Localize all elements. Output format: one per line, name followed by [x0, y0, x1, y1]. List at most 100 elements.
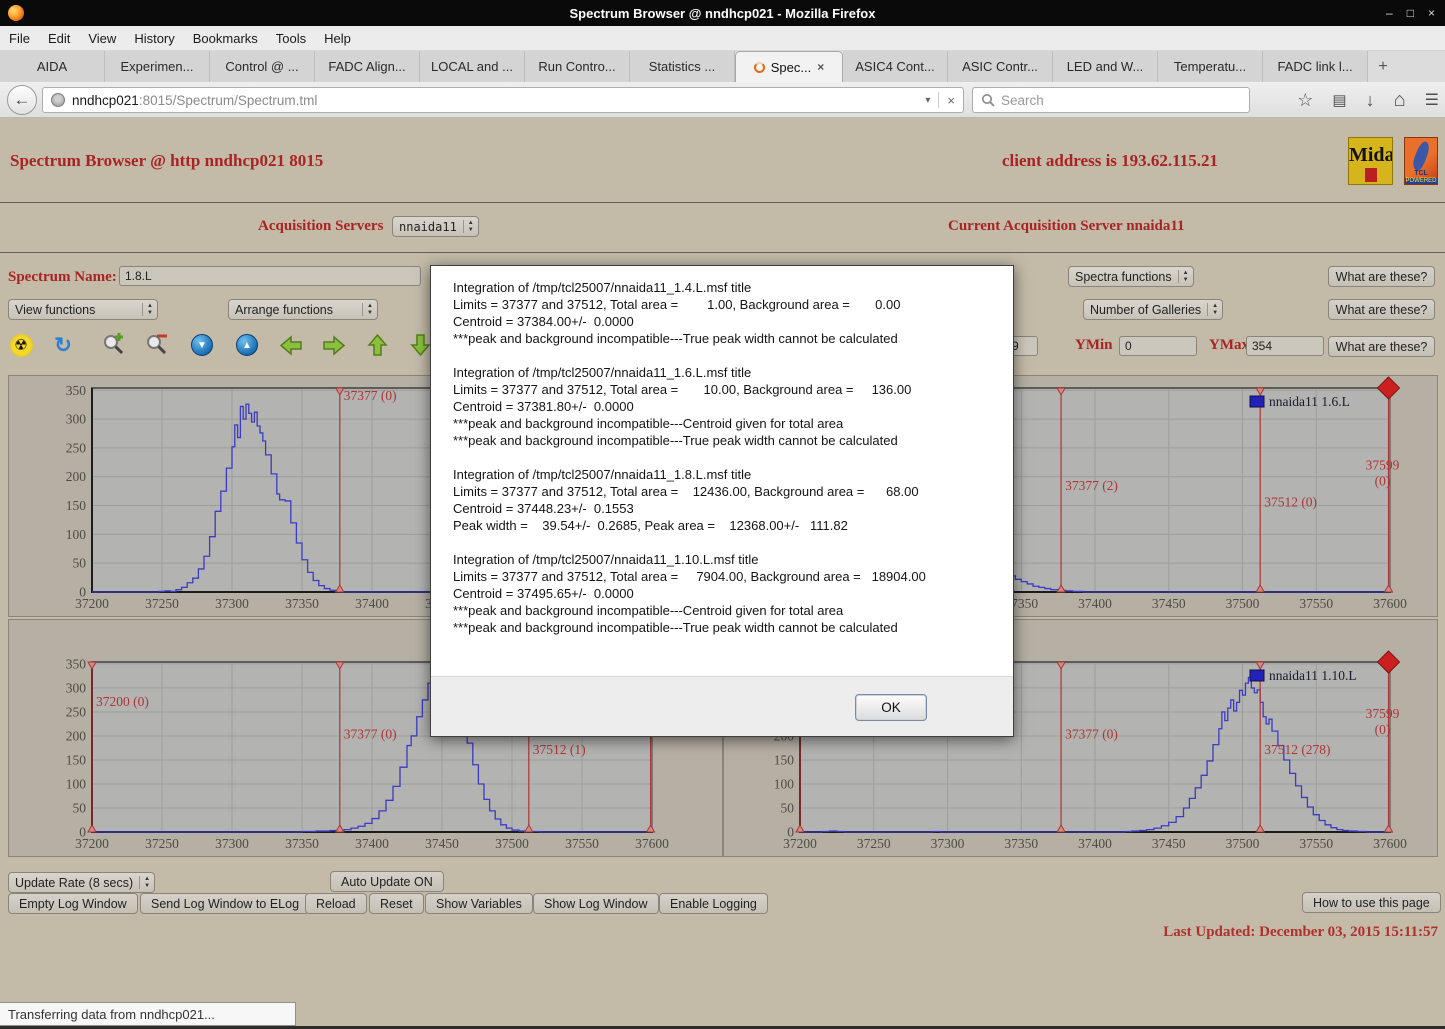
pan-left-icon[interactable] [278, 332, 304, 358]
zoom-out-icon[interactable] [144, 332, 170, 358]
svg-text:37500: 37500 [1226, 836, 1260, 851]
pan-up-icon[interactable] [364, 332, 390, 358]
menu-tools[interactable]: Tools [267, 26, 315, 50]
tab-control[interactable]: Control @ ... [210, 51, 315, 82]
home-icon[interactable]: ⌂ [1394, 89, 1406, 112]
select-spinner-icon: ▲ ▼ [462, 220, 478, 233]
arrange-functions-select[interactable]: Arrange functions ▲ ▼ [228, 299, 378, 320]
reset-button[interactable]: Reset [369, 893, 424, 914]
what-are-these-button-2[interactable]: What are these? [1328, 299, 1435, 320]
hamburger-menu-icon[interactable]: ☰ [1425, 90, 1439, 110]
dialog-line: Limits = 37377 and 37512, Total area = 1… [453, 297, 901, 312]
bookmarks-list-icon[interactable]: ▤ [1332, 91, 1346, 109]
tab-close-icon[interactable]: × [817, 60, 824, 74]
tab-led[interactable]: LED and W... [1053, 51, 1158, 82]
dialog-line: Integration of /tmp/tcl25007/nnaida11_1.… [453, 280, 752, 295]
stop-load-icon[interactable]: × [947, 93, 955, 108]
menu-bookmarks[interactable]: Bookmarks [184, 26, 267, 50]
tab-local[interactable]: LOCAL and ... [420, 51, 525, 82]
dialog-line: Centroid = 37381.80+/- 0.0000 [453, 399, 634, 414]
set-maximum-icon[interactable]: ▲ [234, 332, 260, 358]
svg-text:37300: 37300 [931, 836, 965, 851]
ok-button[interactable]: OK [855, 694, 927, 721]
svg-text:37400: 37400 [1078, 596, 1112, 611]
urlbar-dropdown-icon[interactable]: ▾ [925, 95, 930, 106]
show-log-window-button[interactable]: Show Log Window [533, 893, 659, 914]
svg-text:100: 100 [774, 776, 795, 791]
svg-text:350: 350 [66, 383, 87, 398]
tab-statistics[interactable]: Statistics ... [630, 51, 735, 82]
select-spinner-icon: ▲ ▼ [142, 303, 157, 316]
bookmark-star-icon[interactable]: ☆ [1297, 90, 1313, 111]
maximize-button[interactable]: □ [1407, 6, 1414, 20]
ymin-input[interactable] [1119, 336, 1197, 356]
dialog-line: ***peak and background incompatible---Tr… [453, 433, 898, 448]
tab-asic-control[interactable]: ASIC Contr... [948, 51, 1053, 82]
tab-aida[interactable]: AIDA [0, 51, 105, 82]
ymax-label: YMax [1209, 337, 1249, 353]
tab-fadc-link[interactable]: FADC link l... [1263, 51, 1368, 82]
number-of-galleries-select[interactable]: Number of Galleries ▲ ▼ [1083, 299, 1224, 320]
svg-text:37400: 37400 [1078, 836, 1112, 851]
tab-spectrum-active[interactable]: Spec... × [735, 51, 843, 82]
acquisition-server-select[interactable]: nnaida11 ▲ ▼ [392, 216, 479, 237]
svg-text:37512 (0): 37512 (0) [1264, 494, 1317, 509]
send-log-to-elog-button[interactable]: Send Log Window to ELog [140, 893, 311, 914]
tab-asic4-control[interactable]: ASIC4 Cont... [843, 51, 948, 82]
dialog-line: Limits = 37377 and 37512, Total area = 7… [453, 569, 926, 584]
new-tab-button[interactable]: + [1368, 51, 1398, 82]
svg-text:37500: 37500 [495, 836, 529, 851]
menu-view[interactable]: View [79, 26, 125, 50]
refresh-icon[interactable]: ↻ [50, 332, 76, 358]
close-button[interactable]: × [1428, 6, 1435, 20]
tab-temperature[interactable]: Temperatu... [1158, 51, 1263, 82]
radiation-icon[interactable]: ☢ [8, 332, 34, 358]
view-functions-select[interactable]: View functions ▲ ▼ [8, 299, 158, 320]
page-title: Spectrum Browser @ http nndhcp021 8015 [10, 151, 324, 170]
menu-help[interactable]: Help [315, 26, 360, 50]
how-to-use-button[interactable]: How to use this page [1302, 892, 1441, 913]
navigation-bar: ← nndhcp021 :8015/Spectrum/Spectrum.tml … [0, 82, 1445, 118]
menu-history[interactable]: History [125, 26, 183, 50]
url-bar[interactable]: nndhcp021 :8015/Spectrum/Spectrum.tml ▾ … [42, 87, 964, 113]
pan-right-icon[interactable] [321, 332, 347, 358]
tab-fadc-align[interactable]: FADC Align... [315, 51, 420, 82]
dialog-line: Centroid = 37495.65+/- 0.0000 [453, 586, 634, 601]
svg-text:37350: 37350 [285, 596, 319, 611]
dialog-line: Integration of /tmp/tcl25007/nnaida11_1.… [453, 467, 752, 482]
what-are-these-button-1[interactable]: What are these? [1328, 266, 1435, 287]
spectra-functions-select[interactable]: Spectra functions ▲ ▼ [1068, 266, 1194, 287]
auto-update-button[interactable]: Auto Update ON [330, 871, 444, 892]
tab-run-control[interactable]: Run Contro... [525, 51, 630, 82]
spectrum-name-input[interactable] [119, 266, 421, 286]
divider [0, 252, 1445, 253]
enable-logging-button[interactable]: Enable Logging [659, 893, 768, 914]
search-icon [982, 94, 995, 107]
downloads-icon[interactable]: ↓ [1366, 90, 1375, 111]
back-button[interactable]: ← [7, 85, 37, 115]
svg-text:37250: 37250 [145, 596, 179, 611]
dialog-line: Integration of /tmp/tcl25007/nnaida11_1.… [453, 552, 759, 567]
dialog-line: Centroid = 37448.23+/- 0.1553 [453, 501, 634, 516]
empty-log-window-button[interactable]: Empty Log Window [8, 893, 138, 914]
show-variables-button[interactable]: Show Variables [425, 893, 533, 914]
select-spinner-icon: ▲ ▼ [1207, 303, 1222, 316]
search-bar[interactable]: Search [972, 87, 1250, 113]
menu-file[interactable]: File [0, 26, 39, 50]
set-minimum-icon[interactable]: ▼ [189, 332, 215, 358]
svg-text:37450: 37450 [1152, 596, 1186, 611]
svg-text:100: 100 [66, 527, 87, 542]
midas-logo-text: Midas [1349, 144, 1392, 166]
reload-button[interactable]: Reload [305, 893, 367, 914]
tab-experiment[interactable]: Experimen... [105, 51, 210, 82]
svg-text:37377 (0): 37377 (0) [1065, 727, 1118, 742]
ymin-label: YMin [1075, 337, 1113, 353]
menu-edit[interactable]: Edit [39, 26, 79, 50]
client-address: client address is 193.62.115.21 [1002, 151, 1218, 170]
minimize-button[interactable]: – [1386, 6, 1393, 20]
what-are-these-button-3[interactable]: What are these? [1328, 336, 1435, 357]
ymax-input[interactable] [1246, 336, 1324, 356]
zoom-in-icon[interactable] [101, 332, 127, 358]
update-rate-select[interactable]: Update Rate (8 secs) ▲ ▼ [8, 872, 156, 893]
svg-text:50: 50 [73, 800, 87, 815]
